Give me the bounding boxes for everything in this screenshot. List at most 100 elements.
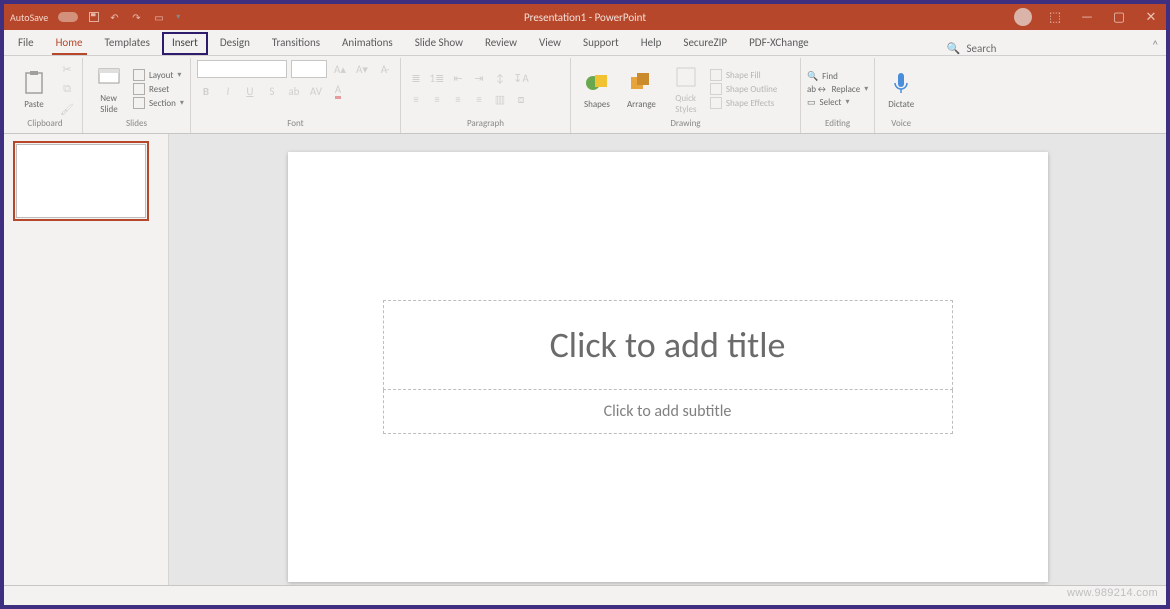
line-spacing-icon[interactable]: ↕ [491,70,509,88]
select-button[interactable]: ▭Select▾ [807,97,868,108]
numbering-icon[interactable]: 1≣ [428,70,446,88]
dictate-label: Dictate [888,99,914,110]
reset-button[interactable]: Reset [133,83,184,95]
save-icon[interactable] [88,11,100,23]
tab-file[interactable]: File [8,32,44,55]
clear-format-icon[interactable]: A̶ [375,60,393,78]
italic-icon[interactable]: I [219,82,237,100]
layout-button[interactable]: Layout▾ [133,69,184,81]
replace-icon: ab↔ [807,84,828,95]
shapes-button[interactable]: Shapes [577,67,617,112]
search-icon: 🔍 [947,42,961,55]
tab-view[interactable]: View [529,32,571,55]
shape-outline-button[interactable]: Shape Outline [710,83,777,95]
shape-effects-button[interactable]: Shape Effects [710,97,777,109]
arrange-label: Arrange [627,99,656,110]
undo-icon[interactable]: ↶ [110,11,122,23]
arrange-button[interactable]: Arrange [621,67,662,112]
shape-outline-icon [710,83,722,95]
title-bar: AutoSave ↶ ↷ ▭ ▾ Presentation1 - PowerPo… [4,4,1166,30]
tab-help[interactable]: Help [631,32,672,55]
tab-support[interactable]: Support [573,32,629,55]
spacing-icon[interactable]: AV [307,82,325,100]
window-controls: ⬚ — ▢ ✕ [1014,8,1160,26]
text-direction-icon[interactable]: ↧A [512,70,530,88]
group-font: A▴ A▾ A̶ B I U S ab AV A Font [191,58,401,133]
tab-transitions[interactable]: Transitions [262,32,330,55]
paste-button[interactable]: Paste [14,67,54,112]
bold-icon[interactable]: B [197,82,215,100]
reset-label: Reset [149,84,169,95]
shadow-icon[interactable]: ab [285,82,303,100]
layout-icon [133,69,145,81]
align-center-icon[interactable]: ≡ [428,91,446,109]
tab-home[interactable]: Home [46,32,93,55]
shape-fill-button[interactable]: Shape Fill [710,69,777,81]
reset-icon [133,83,145,95]
tab-design[interactable]: Design [210,32,260,55]
title-placeholder[interactable]: Click to add title [383,300,953,390]
underline-icon[interactable]: U [241,82,259,100]
dictate-button[interactable]: Dictate [881,67,921,112]
smartart-icon[interactable]: ⧈ [512,91,530,109]
maximize-button[interactable]: ▢ [1110,10,1128,25]
quick-styles-icon [672,63,700,91]
slide-thumbnail-panel [4,134,169,585]
font-family-select[interactable] [197,60,287,78]
shape-outline-label: Shape Outline [726,84,777,95]
justify-icon[interactable]: ≡ [470,91,488,109]
group-editing: 🔍Find ab↔Replace▾ ▭Select▾ Editing [801,58,875,133]
shape-fill-icon [710,69,722,81]
font-size-select[interactable] [291,60,327,78]
font-color-icon[interactable]: A [329,82,347,100]
subtitle-placeholder[interactable]: Click to add subtitle [383,390,953,434]
bullets-icon[interactable]: ≣ [407,70,425,88]
new-slide-label: New Slide [100,93,117,115]
slide-canvas[interactable]: Click to add title Click to add subtitle [169,134,1166,585]
group-label-paragraph: Paragraph [407,118,564,131]
quick-styles-button[interactable]: Quick Styles [666,61,706,117]
section-button[interactable]: Section▾ [133,97,184,109]
search-box[interactable]: 🔍 Search [947,42,1017,55]
find-button[interactable]: 🔍Find [807,71,868,82]
indent-decrease-icon[interactable]: ⇤ [449,70,467,88]
tab-pdfxchange[interactable]: PDF-XChange [739,32,819,55]
window-title: Presentation1 - PowerPoint [524,11,646,24]
collapse-ribbon-icon[interactable]: ^ [1145,34,1166,55]
ribbon-display-icon[interactable]: ⬚ [1046,10,1064,25]
tab-slideshow[interactable]: Slide Show [405,32,473,55]
tab-animations[interactable]: Animations [332,32,403,55]
increase-font-icon[interactable]: A▴ [331,60,349,78]
close-button[interactable]: ✕ [1142,10,1160,25]
cut-icon[interactable]: ✂ [58,60,76,78]
find-icon: 🔍 [807,71,818,82]
new-slide-button[interactable]: New Slide [89,61,129,117]
tab-insert[interactable]: Insert [162,32,208,55]
format-painter-icon[interactable]: 🖌 [58,100,76,118]
decrease-font-icon[interactable]: A▾ [353,60,371,78]
slide-thumbnail-1[interactable] [16,144,146,218]
arrange-icon [627,69,655,97]
qat-customize-icon[interactable]: ▾ [176,12,180,22]
paste-label: Paste [24,99,44,110]
align-left-icon[interactable]: ≡ [407,91,425,109]
section-label: Section [149,98,176,109]
strike-icon[interactable]: S [263,82,281,100]
copy-icon[interactable]: ⧉ [58,80,76,98]
account-icon[interactable] [1014,8,1032,26]
redo-icon[interactable]: ↷ [132,11,144,23]
minimize-button[interactable]: — [1078,10,1096,25]
tab-templates[interactable]: Templates [95,32,160,55]
select-icon: ▭ [807,97,816,108]
from-beginning-icon[interactable]: ▭ [154,11,166,23]
layout-label: Layout [149,70,173,81]
tab-securezip[interactable]: SecureZIP [673,32,737,55]
indent-increase-icon[interactable]: ⇥ [470,70,488,88]
tab-review[interactable]: Review [475,32,527,55]
replace-button[interactable]: ab↔Replace▾ [807,84,868,95]
align-right-icon[interactable]: ≡ [449,91,467,109]
replace-label: Replace [832,84,861,95]
columns-icon[interactable]: ▥ [491,91,509,109]
shape-fill-label: Shape Fill [726,70,761,81]
autosave-toggle-icon[interactable] [58,12,78,22]
